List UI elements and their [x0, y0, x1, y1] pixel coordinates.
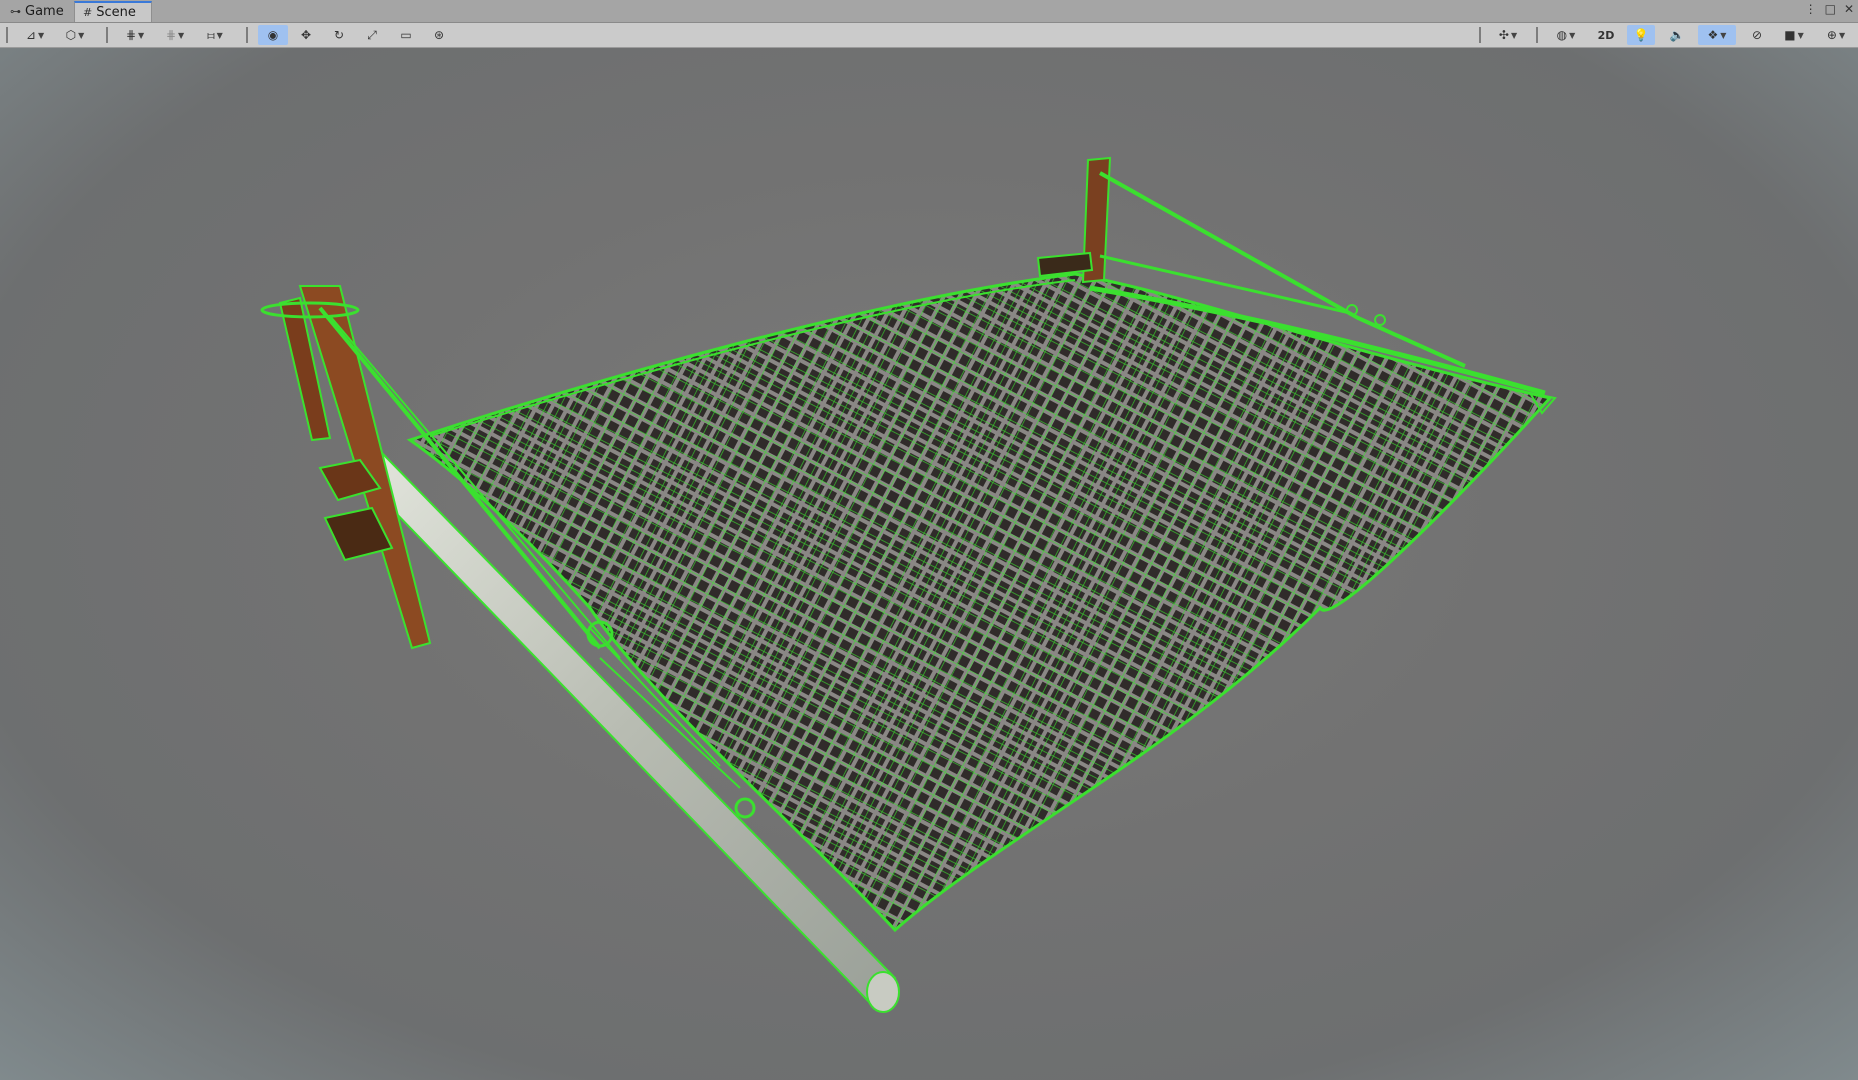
tab-bar: ⊶ Game # Scene ⋮ □ ✕	[0, 0, 1858, 23]
camera-button[interactable]: ■ ▼	[1776, 25, 1812, 45]
gizmo-orientation-button[interactable]: ✣ ▼	[1490, 25, 1526, 45]
scale-tool-icon: ⤢	[367, 27, 377, 42]
toolbar-divider	[1479, 27, 1481, 43]
view-tool-icon: ◉	[267, 28, 279, 42]
tab-game-label: Game	[25, 4, 64, 19]
chevron-down-icon: ▼	[216, 30, 223, 40]
shading-button[interactable]: ⬡ ▼	[58, 25, 92, 45]
align-icon: ⧦	[207, 27, 215, 42]
transform-tool-icon: ⊛	[433, 28, 445, 42]
chevron-down-icon: ▼	[37, 30, 45, 40]
gizmo-orientation-icon: ✣	[1498, 28, 1509, 42]
grid-snap-button[interactable]: ⋕ ▼	[118, 25, 152, 45]
snap-increment-icon: ⋕	[165, 28, 176, 42]
rotate-tool-icon: ↻	[333, 28, 345, 42]
mode-2d-button[interactable]: 2D	[1592, 25, 1620, 45]
effects-toggle[interactable]: ❖ ▼	[1698, 25, 1736, 45]
align-button[interactable]: ⧦ ▼	[198, 25, 232, 45]
global-icon: ◍	[1556, 28, 1568, 42]
window-controls: ⋮ □ ✕	[1805, 2, 1854, 16]
lighting-icon: 💡	[1633, 28, 1649, 42]
effects-icon: ❖	[1707, 28, 1719, 42]
scale-tool-button[interactable]: ⤢	[358, 25, 386, 45]
maximize-icon[interactable]: □	[1825, 2, 1836, 16]
audio-icon: 🔈	[1669, 28, 1685, 42]
grid-icon: #	[83, 6, 93, 19]
menu-icon[interactable]: ⋮	[1805, 2, 1817, 16]
toolbar-divider	[246, 27, 248, 43]
visibility-icon: ⊘	[1751, 28, 1763, 42]
toolbar-divider	[106, 27, 108, 43]
draw-mode-button[interactable]: ⊿ ▼	[18, 25, 52, 45]
camera-icon: ■	[1784, 28, 1796, 42]
move-tool-button[interactable]: ✥	[292, 25, 320, 45]
chevron-down-icon: ▼	[177, 30, 185, 40]
audio-toggle[interactable]: 🔈	[1663, 25, 1691, 45]
view-tool-button[interactable]: ◉	[258, 25, 288, 45]
close-icon[interactable]: ✕	[1844, 2, 1854, 16]
move-tool-icon: ✥	[300, 28, 312, 42]
lighting-toggle[interactable]: 💡	[1627, 25, 1655, 45]
draw-mode-icon: ⊿	[25, 28, 36, 42]
toolbar-grip[interactable]	[6, 27, 8, 43]
snap-increment-button[interactable]: ⋕ ▼	[158, 25, 192, 45]
chevron-down-icon: ▼	[1797, 30, 1804, 40]
tab-scene[interactable]: # Scene	[74, 1, 152, 22]
hammock-net	[406, 272, 1553, 933]
chevron-down-icon: ▼	[1838, 30, 1846, 40]
chevron-down-icon: ▼	[1510, 30, 1518, 40]
gizmos-button[interactable]: ⊕ ▼	[1818, 25, 1854, 45]
gamepad-icon: ⊶	[10, 5, 21, 18]
transform-tool-button[interactable]: ⊛	[425, 25, 453, 45]
chevron-down-icon: ▼	[137, 30, 145, 40]
visibility-toggle[interactable]: ⊘	[1743, 25, 1771, 45]
chevron-down-icon: ▼	[1569, 30, 1576, 40]
rect-tool-button[interactable]: ▭	[392, 25, 420, 45]
global-button[interactable]: ◍ ▼	[1548, 25, 1584, 45]
rect-tool-icon: ▭	[400, 28, 412, 42]
chevron-down-icon: ▼	[1720, 30, 1727, 40]
grid-snap-icon: ⋕	[125, 28, 136, 42]
toolbar-divider	[1536, 27, 1538, 43]
hammock-model[interactable]	[0, 48, 1858, 1080]
rotate-tool-button[interactable]: ↻	[325, 25, 353, 45]
gizmos-icon: ⊕	[1826, 28, 1837, 42]
shading-icon: ⬡	[65, 28, 77, 42]
scene-toolbar: ⊿ ▼ ⬡ ▼ ⋕ ▼ ⋕ ▼ ⧦ ▼ ◉ ✥ ↻ ⤢ ▭ ⊛ ✣ ▼ ◍ ▼ 2D 💡 🔈 …	[0, 23, 1858, 48]
chevron-down-icon: ▼	[78, 30, 85, 40]
tab-game[interactable]: ⊶ Game	[2, 1, 68, 22]
tab-scene-label: Scene	[96, 5, 136, 20]
scene-viewport[interactable]	[0, 48, 1858, 1080]
